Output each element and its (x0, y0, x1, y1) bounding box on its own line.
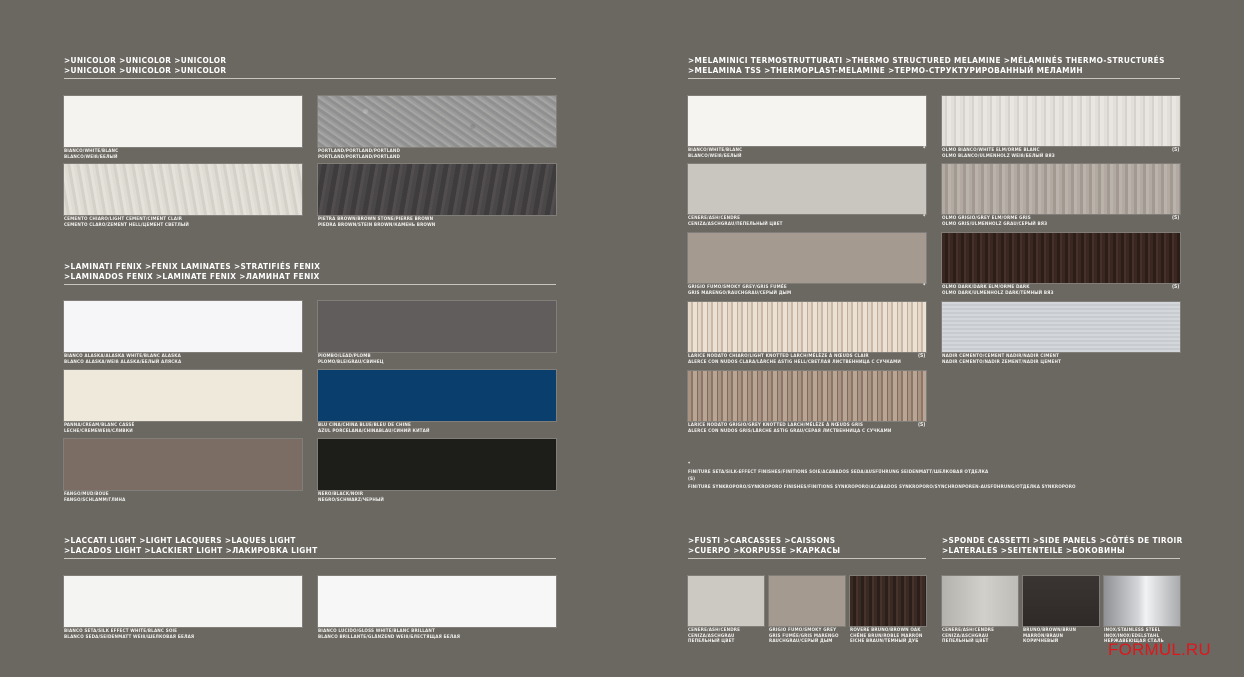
swatch-larice-chiaro[interactable] (688, 302, 926, 352)
melamine-divider (688, 78, 1180, 79)
swatch-bianco[interactable] (64, 96, 302, 147)
carcasses-title: >FUSTI >CARCASSES >CAISSONS >CUERPO >KOR… (688, 535, 841, 555)
swatch-olmo-grigio[interactable] (942, 164, 1180, 214)
mark-mel-bianco: * (923, 146, 926, 152)
caption-bianco-seta: BIANCO SETA/SILK EFFECT WHITE/BLANC SOIE… (64, 629, 195, 640)
caption-fusti-rovere-bruno: ROVERE BRUNO/BROWN OAK CHÊNE BRUN/ROBLE … (850, 628, 923, 645)
note-silk-finish: FINITURE SETA/SILK-EFFECT FINISHES/FINIT… (688, 469, 989, 475)
finish-notes: * FINITURE SETA/SILK-EFFECT FINISHES/FIN… (688, 461, 1076, 491)
lacquers-divider (64, 558, 556, 559)
caption-nadir-cemento: NADIR CEMENTO/CEMENT NADIR/NADIR CIMENT … (942, 354, 1062, 365)
caption-blu-cina: BLU CINA/CHINA BLUE/BLEU DE CHINE AZUL P… (318, 423, 430, 434)
swatch-olmo-bianco[interactable] (942, 96, 1180, 146)
lacquers-title: >LACCATI LIGHT >LIGHT LACQUERS >LAQUES L… (64, 535, 318, 555)
unicolor-divider (64, 78, 556, 79)
swatch-fusti-rovere-bruno[interactable] (850, 576, 926, 626)
swatch-blu-cina[interactable] (318, 370, 556, 421)
unicolor-title: >UNICOLOR >UNICOLOR >UNICOLOR >UNICOLOR … (64, 55, 227, 75)
swatch-bianco-alaska[interactable] (64, 301, 302, 352)
swatch-sponde-bruno[interactable] (1023, 576, 1099, 626)
melamine-title: >MELAMINICI TERMOSTRUTTURATI >THERMO STR… (688, 55, 1165, 75)
caption-cemento-chiaro: CEMENTO CHIARO/LIGHT CEMENT/CIMENT CLAIR… (64, 217, 189, 228)
caption-fusti-grigio-fumo: GRIGIO FUMO/SMOKY GREY GRIS FUMÉE/GRIS M… (769, 628, 839, 645)
swatch-sponde-inox[interactable] (1104, 576, 1180, 626)
lacquers-title-line2: >LACADOS LIGHT >LACKIERT LIGHT >ЛАКИРОВК… (64, 544, 318, 555)
fenix-divider (64, 284, 556, 285)
swatch-bianco-lucido[interactable] (318, 576, 556, 627)
caption-sponde-cenere: CENERE/ASH/CENDRE CENIZA/ASCHGRAU ПЕПЕЛЬ… (942, 628, 995, 645)
fenix-title-line2: >LAMINADOS FENIX >LAMINATE FENIX >ЛАМИНА… (64, 270, 320, 281)
mark-olmo-bianco: (S) (1172, 147, 1180, 153)
swatch-fango[interactable] (64, 439, 302, 490)
mark-larice-chiaro: (S) (918, 353, 926, 359)
caption-panna: PANNA/CREAM/BLANC CASSÉ LECHE/CREMEWEIß/… (64, 423, 135, 434)
caption-olmo-bianco: OLMO BIANCO/WHITE ELM/ORME BLANC OLMO BL… (942, 148, 1055, 159)
note-s: (S) (688, 477, 696, 482)
sidepanels-divider (942, 558, 1180, 559)
mark-mel-grigio-fumo: * (923, 283, 926, 289)
caption-pietra-brown: PIETRA BROWN/BROWN STONE/PIERRE BROWN PI… (318, 217, 436, 228)
caption-bianco: BIANCO/WHITE/BLANC BLANCO/WEIß/БЕЛЫЙ (64, 149, 119, 160)
mark-mel-cenere: * (923, 214, 926, 220)
caption-olmo-dark: OLMO DARK/DARK ELM/ORME DARK OLMO DARK/U… (942, 285, 1054, 296)
caption-piombo: PIOMBO/LEAD/PLOMB PLOMO/BLEIGRAU/СВИНЕЦ (318, 354, 384, 365)
caption-mel-cenere: CENERE/ASH/CENDRE CENIZA/ASCHGRAU/ПЕПЕЛЬ… (688, 216, 783, 227)
swatch-piombo[interactable] (318, 301, 556, 352)
caption-fusti-cenere: CENERE/ASH/CENDRE CENIZA/ASCHGRAU ПЕПЕЛЬ… (688, 628, 741, 645)
swatch-mel-bianco[interactable] (688, 96, 926, 146)
melamine-title-line2: >MELAMINA TSS >THERMOPLAST-MELAMINE >ТЕР… (688, 64, 1083, 75)
caption-mel-bianco: BIANCO/WHITE/BLANC BLANCO/WEIß/БЕЛЫЙ (688, 148, 743, 159)
caption-larice-chiaro: LARICE NODATO CHIARO/LIGHT KNOTTED LARCH… (688, 354, 902, 365)
swatch-sponde-cenere[interactable] (942, 576, 1018, 626)
swatch-cemento-chiaro[interactable] (64, 164, 302, 215)
swatch-fusti-cenere[interactable] (688, 576, 764, 626)
caption-larice-grigio: LARICE NODATO GRIGIO/GREY KNOTTED LARCH/… (688, 423, 892, 434)
watermark: FORMUL.RU (1108, 640, 1211, 659)
carcasses-divider (688, 558, 926, 559)
swatch-panna[interactable] (64, 370, 302, 421)
mark-olmo-dark: (S) (1172, 284, 1180, 290)
unicolor-title-line2: >UNICOLOR >UNICOLOR >UNICOLOR (64, 64, 227, 75)
caption-portland: PORTLAND/PORTLAND/PORTLAND PORTLAND/PORT… (318, 149, 401, 160)
mark-olmo-grigio: (S) (1172, 215, 1180, 221)
caption-bianco-lucido: BIANCO LUCIDO/GLOSS WHITE/BLANC BRILLANT… (318, 629, 461, 640)
swatch-pietra-brown[interactable] (318, 164, 556, 215)
note-star: * (688, 462, 691, 467)
swatch-olmo-dark[interactable] (942, 233, 1180, 283)
caption-olmo-grigio: OLMO GRIGIO/GREY ELM/ORME GRIS OLMO GRIS… (942, 216, 1048, 227)
note-synkroporo: FINITURE SYNKROPORO/SYNKROPORO FINISHES/… (688, 484, 1076, 490)
sidepanels-title: >SPONDE CASSETTI >SIDE PANELS >CÔTÉS DE … (942, 535, 1183, 555)
swatch-fusti-grigio-fumo[interactable] (769, 576, 845, 626)
swatch-nadir-cemento[interactable] (942, 302, 1180, 352)
caption-mel-grigio-fumo: GRIGIO FUMO/SMOKY GREY/GRIS FUMÉE GRIS M… (688, 285, 792, 296)
mark-larice-grigio: (S) (918, 422, 926, 428)
caption-bianco-alaska: BIANCO ALASKA/ALASKA WHITE/BLANC ALASKA … (64, 354, 182, 365)
swatch-bianco-seta[interactable] (64, 576, 302, 627)
caption-fango: FANGO/MUD/BOUE FANGO/SCHLAMM/ГЛИНА (64, 492, 126, 503)
swatch-mel-cenere[interactable] (688, 164, 926, 214)
carcasses-title-line2: >CUERPO >KORPUSSE >КАРКАСЫ (688, 544, 841, 555)
caption-nero: NERO/BLACK/NOIR NEGRO/SCHWARZ/ЧЕРНЫЙ (318, 492, 384, 503)
swatch-portland[interactable] (318, 96, 556, 147)
swatch-mel-grigio-fumo[interactable] (688, 233, 926, 283)
sidepanels-title-line2: >LATERALES >SEITENTEILE >БОКОВИНЫ (942, 544, 1125, 555)
fenix-title: >LAMINATI FENIX >FENIX LAMINATES >STRATI… (64, 261, 320, 281)
caption-sponde-bruno: BRUNO/BROWN/BRUN MARRÓN/BRAUN КОРИЧНЕВЫЙ (1023, 628, 1077, 645)
swatch-larice-grigio[interactable] (688, 371, 926, 421)
swatch-nero[interactable] (318, 439, 556, 490)
